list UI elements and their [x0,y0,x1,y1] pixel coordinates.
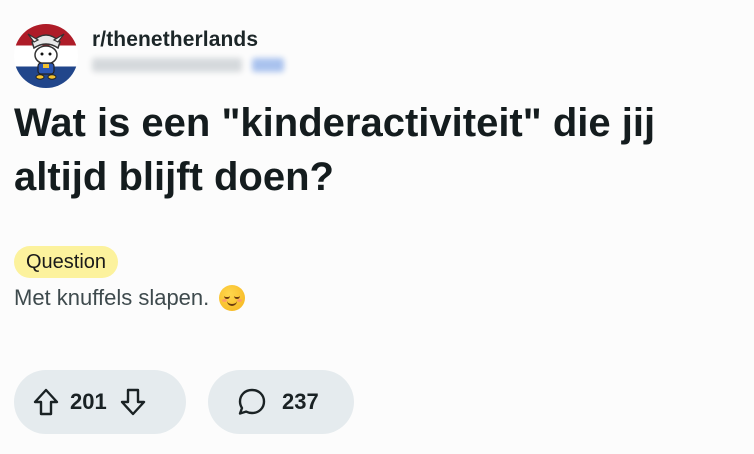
post-flair-badge[interactable]: Question [14,246,119,278]
vote-bar: 201 [14,370,186,434]
comment-bubble-icon [232,382,272,422]
downvote-icon[interactable] [113,382,153,422]
post-title[interactable]: Wat is een "kinderactiviteit" die jij al… [14,96,744,204]
post-header: r/thenetherlands [14,24,284,88]
smiling-face-emoji-icon [219,285,246,311]
upvote-icon[interactable] [26,382,66,422]
post-body-text: Met knuffels slapen. [14,285,210,310]
author-redacted [92,58,284,72]
subreddit-avatar[interactable] [14,24,78,88]
subreddit-name[interactable]: r/thenetherlands [92,28,284,52]
comment-count: 237 [282,389,319,414]
post-body: Met knuffels slapen. [14,285,246,311]
comments-button[interactable]: 237 [208,370,354,434]
vote-count: 201 [70,389,107,414]
mascot-icon [27,33,65,80]
